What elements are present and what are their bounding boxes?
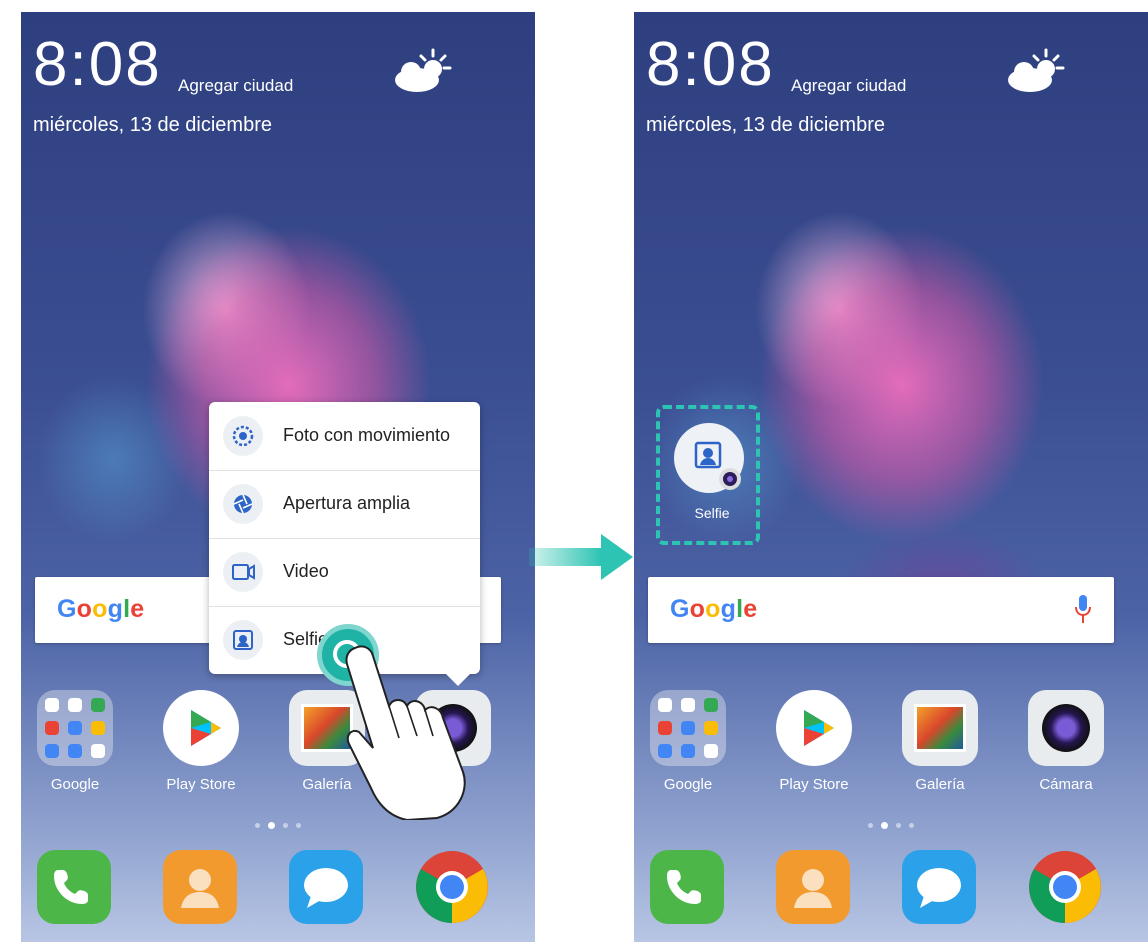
video-camera-icon — [223, 552, 263, 592]
google-logo: Google — [57, 595, 145, 623]
weather-icon[interactable] — [1006, 48, 1066, 94]
right-arrow-icon — [529, 534, 633, 580]
menu-item-label: Apertura amplia — [283, 493, 411, 513]
aperture-icon — [223, 484, 263, 524]
page-indicator[interactable] — [634, 815, 1148, 833]
google-logo: Google — [670, 595, 758, 623]
play-store-icon — [776, 690, 852, 766]
date-label: miércoles, 13 de diciembre — [33, 114, 272, 136]
gallery-icon — [902, 690, 978, 766]
phone-screen-before: 8:08 Agregar ciudad miércoles, 13 de dic… — [21, 12, 535, 942]
messages-icon[interactable] — [902, 850, 976, 924]
app-label: Play Store — [166, 776, 236, 793]
menu-item-motion-photo[interactable]: Foto con movimiento — [209, 402, 480, 471]
chrome-icon[interactable] — [415, 850, 489, 924]
app-gallery[interactable]: Galería — [890, 690, 990, 793]
menu-item-label: Foto con movimiento — [283, 425, 451, 445]
dock — [634, 850, 1148, 930]
app-label: Galería — [915, 776, 965, 793]
folder-icon — [650, 690, 726, 766]
weather-icon[interactable] — [393, 48, 453, 94]
app-google-folder[interactable]: Google — [638, 690, 738, 793]
app-label: Google — [50, 776, 100, 793]
dock — [21, 850, 535, 930]
contacts-icon[interactable] — [776, 850, 850, 924]
app-play-store[interactable]: Play Store — [764, 690, 864, 793]
chrome-icon[interactable] — [1028, 850, 1102, 924]
add-city-link[interactable]: Agregar ciudad — [791, 76, 906, 96]
app-row: Google Play Store Galería Cámara — [634, 690, 1148, 800]
folder-icon — [37, 690, 113, 766]
play-store-icon — [163, 690, 239, 766]
phone-icon[interactable] — [37, 850, 111, 924]
selfie-icon — [674, 423, 744, 493]
app-label: Play Store — [779, 776, 849, 793]
menu-item-video[interactable]: Video — [209, 538, 480, 607]
clock: 8:08 — [646, 30, 775, 99]
camera-icon — [1028, 690, 1104, 766]
menu-item-wide-aperture[interactable]: Apertura amplia — [209, 470, 480, 539]
app-play-store[interactable]: Play Store — [151, 690, 251, 793]
phone-icon[interactable] — [650, 850, 724, 924]
selfie-icon — [223, 620, 263, 660]
app-label: Google — [663, 776, 713, 793]
menu-item-label: Video — [283, 561, 329, 581]
date-label: miércoles, 13 de diciembre — [646, 114, 885, 136]
selfie-shortcut-highlight[interactable]: Selfie — [656, 405, 760, 545]
contacts-icon[interactable] — [163, 850, 237, 924]
messages-icon[interactable] — [289, 850, 363, 924]
add-city-link[interactable]: Agregar ciudad — [178, 76, 293, 96]
app-label: Cámara — [1039, 776, 1093, 793]
microphone-icon[interactable] — [1074, 593, 1092, 627]
shortcut-label: Selfie — [694, 505, 730, 521]
clock: 8:08 — [33, 30, 162, 99]
google-search-bar[interactable]: Google — [648, 577, 1114, 643]
motion-photo-icon — [223, 416, 263, 456]
phone-screen-after: 8:08 Agregar ciudad miércoles, 13 de dic… — [634, 12, 1148, 942]
hand-pointer-icon — [345, 645, 466, 820]
app-camera[interactable]: Cámara — [1016, 690, 1116, 793]
app-google-folder[interactable]: Google — [25, 690, 125, 793]
